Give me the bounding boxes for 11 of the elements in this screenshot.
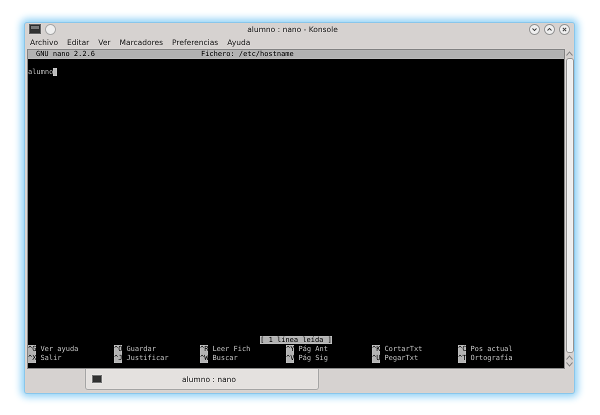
scroll-up-icon[interactable]	[566, 50, 573, 56]
scroll-down-icon[interactable]	[566, 362, 573, 368]
text-cursor	[53, 68, 58, 76]
terminal-icon[interactable]	[29, 24, 41, 34]
pin-button[interactable]	[45, 24, 56, 35]
scroll-thumb[interactable]	[566, 58, 574, 354]
terminal-icon	[92, 375, 102, 384]
maximize-icon[interactable]	[544, 24, 555, 35]
close-icon[interactable]	[559, 24, 570, 35]
minimize-icon[interactable]	[529, 24, 540, 35]
scroll-up-icon[interactable]	[566, 355, 573, 360]
